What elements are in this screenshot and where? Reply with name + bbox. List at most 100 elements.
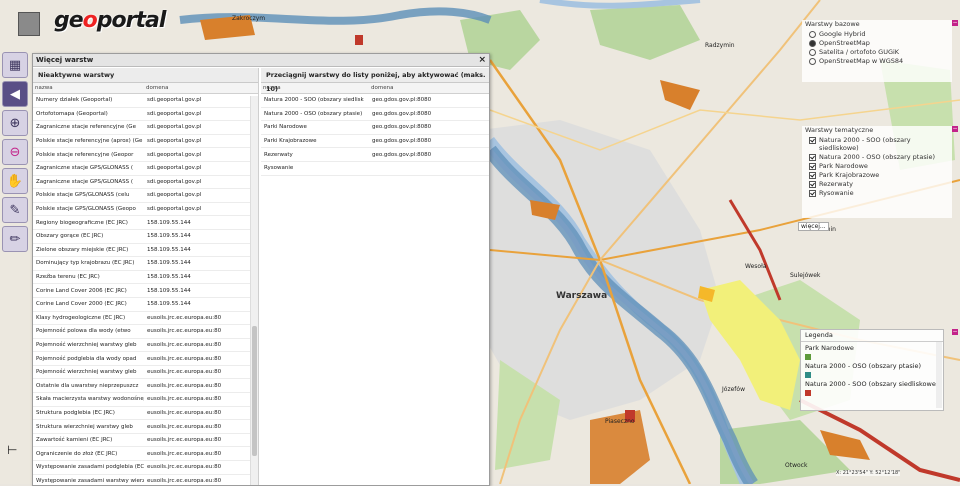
layer-name-cell: Ortofotomapa (Geoportal)	[33, 107, 144, 122]
layer-row[interactable]: Zielone obszary miejskie (EC JRC) 158.109…	[33, 243, 258, 258]
layer-row[interactable]: Corine Land Cover 2000 (EC JRC) 158.109.5…	[33, 297, 258, 312]
layer-name-cell: Pojemność podglebia dla wody opad	[33, 351, 144, 366]
back-icon: ◀	[10, 86, 20, 102]
layer-domain-cell: geo.gdos.gov.pl:8080	[369, 107, 489, 122]
base-layer-option[interactable]: Google Hybrid	[809, 30, 952, 38]
legend-swatch	[805, 354, 811, 360]
layer-row[interactable]: Pojemność wierzchniej warstwy gleb eusoil…	[33, 338, 258, 353]
legend-title: Legenda	[801, 330, 943, 342]
layer-row[interactable]: Rezerwaty geo.gdos.gov.pl:8080	[261, 147, 489, 162]
checkbox[interactable]	[809, 163, 816, 170]
map-toolbar: ▦ ◀ ⊕ ⊖ ✋ ✎ ✏	[2, 52, 28, 255]
collapse-thematic-layers-icon[interactable]: −	[952, 126, 958, 132]
layer-name-cell: Obszary gorące (EC JRC)	[33, 229, 144, 244]
base-layer-option[interactable]: OpenStreetMap	[809, 39, 952, 47]
collapse-base-layers-icon[interactable]: −	[952, 20, 958, 26]
layer-row[interactable]: Polskie stacje referencyjne (Geopor sdi.g…	[33, 147, 258, 162]
layer-row[interactable]: Ortofotomapa (Geoportal) sdi.geoportal.go…	[33, 107, 258, 122]
map-label-city: Warszawa	[556, 291, 608, 301]
geoportal-logo[interactable]: geoportal	[18, 8, 188, 36]
legend-item-label: Natura 2000 - OSO (obszary ptasie)	[805, 362, 922, 370]
layer-row[interactable]: Polskie stacje GPS/GLONASS (celu sdi.geop…	[33, 188, 258, 203]
layer-row[interactable]: Pojemność wierzchniej warstwy gleb eusoil…	[33, 365, 258, 380]
layer-row[interactable]: Pojemność podglebia dla wody opad eusoils…	[33, 351, 258, 366]
layer-row[interactable]: Struktura podglebia (EC JRC) eusoils.jrc.…	[33, 406, 258, 421]
layer-domain-cell: 158.109.55.144	[144, 243, 258, 258]
layer-row[interactable]: Natura 2000 - SOO (obszary siedlisk geo.g…	[261, 93, 489, 108]
layer-row[interactable]: Rysowanie	[261, 161, 489, 176]
scrollbar-thumb[interactable]	[252, 326, 257, 456]
zoom-slider-handle[interactable]: ⊢	[7, 443, 31, 459]
map-tool-button[interactable]: ▦	[2, 52, 28, 78]
thematic-layer-label: Natura 2000 - OSO (obszary ptasie)	[819, 153, 936, 161]
more-layers-button[interactable]: więcej...	[798, 222, 829, 231]
layer-domain-cell: 158.109.55.144	[144, 256, 258, 271]
layer-row[interactable]: Klasy hydrogeologiczne (EC JRC) eusoils.j…	[33, 311, 258, 326]
pan-button[interactable]: ✋	[2, 168, 28, 194]
close-icon[interactable]: ×	[478, 54, 486, 66]
checkbox[interactable]	[809, 190, 816, 197]
layer-row[interactable]: Numery działek (Geoportal) sdi.geoportal.…	[33, 93, 258, 108]
radio-button[interactable]	[809, 49, 816, 56]
thematic-layer-item[interactable]: Rysowanie	[809, 189, 952, 197]
checkbox[interactable]	[809, 181, 816, 188]
layer-row[interactable]: Natura 2000 - OSO (obszary ptasie) geo.gd…	[261, 107, 489, 122]
measure-button[interactable]: ✎	[2, 197, 28, 223]
base-layer-option[interactable]: OpenStreetMap w WGS84	[809, 57, 952, 65]
layer-domain-cell: sdi.geoportal.gov.pl	[144, 147, 258, 162]
layer-name-cell: Występowanie zasadami podglebia (EC	[33, 460, 144, 475]
thematic-layer-item[interactable]: Park Narodowe	[809, 162, 952, 170]
base-layer-label: OpenStreetMap	[819, 39, 870, 47]
draw-button[interactable]: ✏	[2, 226, 28, 252]
zoom-in-button[interactable]: ⊕	[2, 110, 28, 136]
legend-scrollbar[interactable]	[936, 342, 942, 408]
checkbox[interactable]	[809, 172, 816, 179]
layer-row[interactable]: Struktura wierzchniej warstwy gleb eusoil…	[33, 419, 258, 434]
inactive-layers-heading: Nieaktywne warstwy	[33, 68, 258, 83]
dialog-titlebar[interactable]: Więcej warstw ×	[33, 54, 489, 67]
radio-button[interactable]	[809, 40, 816, 47]
layer-row[interactable]: Dominujący typ krajobrazu (EC JRC) 158.10…	[33, 256, 258, 271]
layer-row[interactable]: Występowanie zasadami warstwy wierz eusoi…	[33, 474, 258, 485]
zoom-out-button[interactable]: ⊖	[2, 139, 28, 165]
back-tool-button[interactable]: ◀	[2, 81, 28, 107]
layer-row[interactable]: Ostatnie dla uwarstwy nieprzepuszcz eusoi…	[33, 378, 258, 394]
layer-row[interactable]: Corine Land Cover 2006 (EC JRC) 158.109.5…	[33, 283, 258, 298]
layer-row[interactable]: Obszary gorące (EC JRC) 158.109.55.144	[33, 229, 258, 244]
layer-row[interactable]: Skała macierzysta warstwy wodonośnej euso…	[33, 392, 258, 407]
layer-row[interactable]: Zawartość kamieni (EC JRC) eusoils.jrc.ec…	[33, 433, 258, 448]
thematic-layer-item[interactable]: Natura 2000 - SOO (obszary siedliskowe)	[809, 136, 952, 152]
checkbox[interactable]	[809, 137, 816, 144]
layer-row[interactable]: Występowanie zasadami podglebia (EC eusoi…	[33, 460, 258, 475]
column-header-domain[interactable]: domena	[144, 83, 258, 94]
layer-row[interactable]: Rzeźba terenu (EC JRC) 158.109.55.144	[33, 270, 258, 285]
map-label-place: Zakroczym	[232, 15, 266, 22]
map-label-place: Józefów	[722, 386, 745, 393]
map-icon: ▦	[8, 57, 22, 73]
radio-button[interactable]	[809, 58, 816, 65]
radio-button[interactable]	[809, 31, 816, 38]
column-header-domain[interactable]: domena	[369, 83, 489, 94]
layer-row[interactable]: Polskie stacje referencyjne (aprox) (Ge s…	[33, 134, 258, 149]
base-layer-option[interactable]: Satelita / ortofoto GUGiK	[809, 48, 952, 56]
layer-row[interactable]: Parki Narodowe geo.gdos.gov.pl:8080	[261, 120, 489, 135]
thematic-layer-item[interactable]: Natura 2000 - OSO (obszary ptasie)	[809, 153, 952, 161]
layer-name-cell: Parki Krajobrazowe	[261, 134, 369, 149]
layer-row[interactable]: Parki Krajobrazowe geo.gdos.gov.pl:8080	[261, 134, 489, 149]
thematic-layer-item[interactable]: Rezerwaty	[809, 180, 952, 188]
layer-row[interactable]: Zagraniczne stacje referencyjne (Ge sdi.g…	[33, 120, 258, 135]
thematic-layer-item[interactable]: Park Krajobrazowe	[809, 171, 952, 179]
layer-row[interactable]: Zagraniczne stacje GPS/GLONASS (sdi.geop…	[33, 161, 258, 176]
layer-row[interactable]: Pojemność polowa dla wody (etwo eusoils.j…	[33, 324, 258, 339]
layer-name-cell: Zagraniczne stacje referencyjne (Ge	[33, 120, 144, 135]
layer-row[interactable]: Regiony biogeograficzne (EC JRC) 158.109.…	[33, 215, 258, 230]
scrollbar[interactable]	[250, 96, 258, 485]
layer-row[interactable]: Zagraniczne stacje GPS/GLONASS (sdi.geop…	[33, 175, 258, 190]
column-header-name[interactable]: nazwa	[33, 83, 144, 94]
layer-row[interactable]: Polskie stacje GPS/GLONASS (Geopo sdi.geo…	[33, 202, 258, 217]
layer-name-cell: Struktura wierzchniej warstwy gleb	[33, 419, 144, 434]
checkbox[interactable]	[809, 154, 816, 161]
layer-row[interactable]: Ograniczenie do złoż (EC JRC) eusoils.jrc…	[33, 446, 258, 462]
collapse-legend-icon[interactable]: −	[952, 329, 958, 335]
map-label-place: Radzymin	[705, 42, 735, 49]
